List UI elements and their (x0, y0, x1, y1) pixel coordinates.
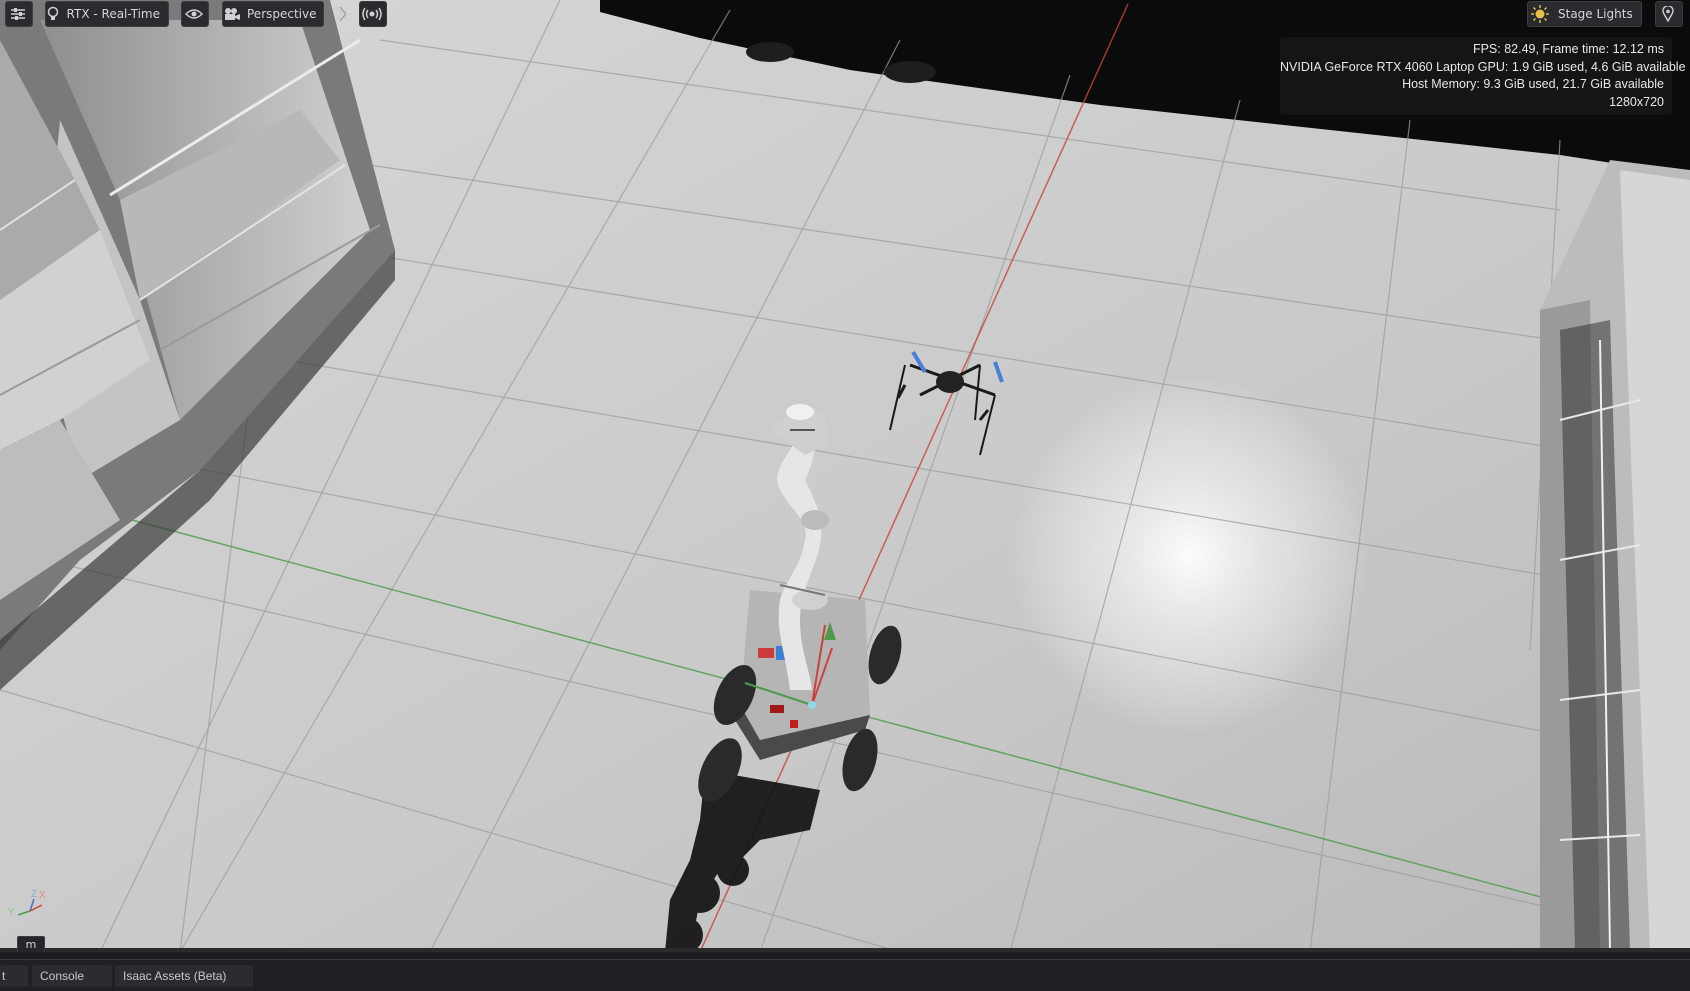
ceiling-fixture (884, 61, 936, 83)
renderer-button[interactable]: RTX - Real-Time (45, 1, 169, 27)
broadcast-button[interactable] (359, 1, 387, 27)
y-axis-label: Y (8, 907, 15, 918)
spotlight-glare (900, 380, 1460, 740)
lightbulb-icon (46, 2, 61, 26)
expand-button[interactable] (332, 1, 348, 27)
gpu-memory-readout: NVIDIA GeForce RTX 4060 Laptop GPU: 1.9 … (1280, 59, 1686, 74)
z-axis-label: Z (31, 889, 38, 900)
resolution-readout: 1280x720 (1609, 94, 1664, 109)
camera-button[interactable]: Perspective (222, 1, 324, 27)
tab-truncated[interactable]: t (0, 965, 28, 987)
eye-icon (182, 2, 206, 26)
scene-render[interactable] (0, 0, 1690, 952)
fps-readout: FPS: 82.49, Frame time: 12.12 ms (1472, 42, 1664, 56)
broadcast-icon (360, 2, 384, 26)
viewport[interactable]: RTX - Real-Time Perspective Stage Lights (0, 0, 1690, 952)
x-axis-label: X (39, 890, 46, 901)
stage-lights-label: Stage Lights (1558, 7, 1633, 21)
map-pin-icon (1656, 2, 1680, 26)
visibility-button[interactable] (181, 1, 209, 27)
viewport-bottom-edge (0, 948, 1690, 952)
performance-stats: FPS: 82.49, Frame time: 12.12 ms NVIDIA … (1280, 37, 1686, 115)
bottom-tab-bar: t Console Isaac Assets (Beta) (0, 959, 1690, 991)
tab-isaac-assets[interactable]: Isaac Assets (Beta) (115, 965, 253, 987)
host-memory-readout: Host Memory: 9.3 GiB used, 21.7 GiB avai… (1402, 77, 1664, 91)
ceiling-fixture (746, 42, 794, 62)
right-cabinets (1540, 160, 1690, 952)
sliders-icon (6, 2, 30, 26)
axis-gizmo: Z X Y (4, 889, 48, 921)
viewport-settings-button[interactable] (5, 1, 33, 27)
camera-label: Perspective (247, 7, 317, 21)
camera-icon (223, 2, 241, 26)
renderer-label: RTX - Real-Time (66, 7, 160, 21)
stage-lights-button[interactable]: Stage Lights (1527, 1, 1642, 27)
chevron-right-icon (332, 2, 348, 26)
pin-button[interactable] (1655, 1, 1683, 27)
tab-console[interactable]: Console (32, 965, 112, 987)
unit-badge: m (17, 936, 45, 952)
sun-icon (1528, 2, 1552, 26)
